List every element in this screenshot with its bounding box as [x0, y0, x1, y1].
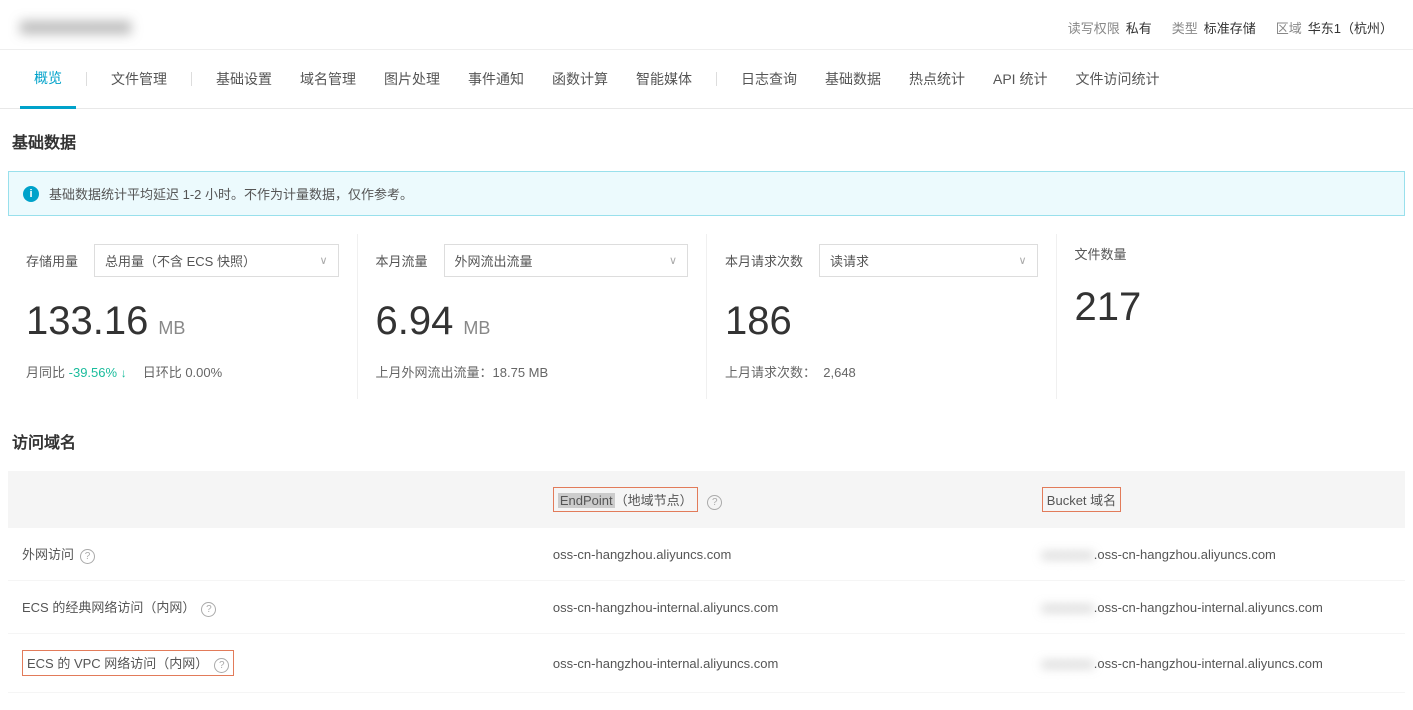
tab-image-proc[interactable]: 图片处理	[370, 51, 454, 107]
tab-fc[interactable]: 函数计算	[538, 51, 622, 107]
meta-type: 类型标准存储	[1172, 18, 1256, 37]
tab-bar: 概览 文件管理 基础设置 域名管理 图片处理 事件通知 函数计算 智能媒体 日志…	[0, 50, 1413, 109]
row-label: ECS 的经典网络访问（内网）?	[8, 581, 539, 634]
alert-message: 基础数据统计平均延迟 1-2 小时。不作为计量数据，仅作参考。	[49, 184, 413, 203]
page-header: xxxxxxxxxx 读写权限私有 类型标准存储 区域华东1（杭州）	[0, 0, 1413, 50]
mom-compare: 月同比 -39.56% ↓	[26, 362, 127, 381]
traffic-type-select[interactable]: 外网流出流量 ∨	[444, 244, 688, 277]
tab-divider	[191, 72, 192, 86]
chevron-down-icon: ∨	[669, 254, 677, 267]
header-meta: 读写权限私有 类型标准存储 区域华东1（杭州）	[1068, 18, 1393, 37]
row-endpoint: oss-cn-hangzhou-internal.aliyuncs.com	[539, 581, 1028, 634]
endpoint-header-highlight: EndPoint（地域节点）	[553, 487, 698, 512]
bucket-name-blurred: xxxxxxxxxx	[20, 16, 131, 39]
th-bucket-domain: Bucket 域名	[1028, 471, 1405, 528]
metric-traffic-label: 本月流量	[376, 251, 428, 270]
tab-overview[interactable]: 概览	[20, 50, 76, 109]
tab-domain[interactable]: 域名管理	[286, 51, 370, 107]
row-endpoint: oss-cn-hangzhou.aliyuncs.com	[539, 528, 1028, 581]
tab-basic-settings[interactable]: 基础设置	[202, 51, 286, 107]
tab-api-stats[interactable]: API 统计	[979, 51, 1061, 107]
select-value: 外网流出流量	[455, 251, 533, 270]
tab-log-query[interactable]: 日志查询	[727, 51, 811, 107]
chevron-down-icon: ∨	[319, 254, 327, 267]
tab-divider	[716, 72, 717, 86]
traffic-sub: 上月外网流出流量：18.75 MB	[376, 362, 689, 381]
domain-table: EndPoint（地域节点） ? Bucket 域名 外网访问? oss-cn-…	[8, 471, 1405, 693]
row-bucket: xxxxxxxx.oss-cn-hangzhou-internal.aliyun…	[1028, 581, 1405, 634]
row-label: ECS 的 VPC 网络访问（内网）?	[8, 634, 539, 693]
table-row: ECS 的经典网络访问（内网）? oss-cn-hangzhou-interna…	[8, 581, 1405, 634]
metric-storage-label: 存储用量	[26, 251, 78, 270]
traffic-unit: MB	[463, 318, 490, 339]
requests-value: 186	[725, 299, 792, 344]
meta-permission: 读写权限私有	[1068, 18, 1152, 37]
metric-files: 文件数量 217	[1057, 234, 1406, 399]
domain-section-title: 访问域名	[8, 429, 1405, 453]
vpc-row-highlight: ECS 的 VPC 网络访问（内网）?	[22, 650, 234, 676]
help-icon[interactable]: ?	[707, 495, 722, 510]
tab-divider	[86, 72, 87, 86]
metric-traffic: 本月流量 外网流出流量 ∨ 6.94 MB 上月外网流出流量：18.75 MB	[358, 234, 708, 399]
select-value: 读请求	[830, 251, 869, 270]
meta-region: 区域华东1（杭州）	[1276, 18, 1393, 37]
help-icon[interactable]: ?	[214, 658, 229, 673]
tab-media[interactable]: 智能媒体	[622, 51, 706, 107]
table-row: 外网访问? oss-cn-hangzhou.aliyuncs.com xxxxx…	[8, 528, 1405, 581]
dod-compare: 日环比 0.00%	[143, 362, 223, 381]
tab-event[interactable]: 事件通知	[454, 51, 538, 107]
basic-data-section: 基础数据 i 基础数据统计平均延迟 1-2 小时。不作为计量数据，仅作参考。 存…	[0, 109, 1413, 693]
storage-unit: MB	[158, 318, 185, 339]
help-icon[interactable]: ?	[201, 602, 216, 617]
info-icon: i	[23, 186, 39, 202]
metric-storage: 存储用量 总用量（不含 ECS 快照） ∨ 133.16 MB 月同比 -39.…	[8, 234, 358, 399]
tab-basic-data[interactable]: 基础数据	[811, 51, 895, 107]
chevron-down-icon: ∨	[1018, 254, 1026, 267]
row-label: 外网访问?	[8, 528, 539, 581]
request-type-select[interactable]: 读请求 ∨	[819, 244, 1037, 277]
storage-value: 133.16	[26, 299, 148, 344]
tab-file-access-stats[interactable]: 文件访问统计	[1061, 51, 1173, 107]
metric-files-label: 文件数量	[1075, 244, 1127, 263]
arrow-down-icon: ↓	[121, 366, 127, 380]
table-row: ECS 的 VPC 网络访问（内网）? oss-cn-hangzhou-inte…	[8, 634, 1405, 693]
row-bucket: xxxxxxxx.oss-cn-hangzhou.aliyuncs.com	[1028, 528, 1405, 581]
requests-sub: 上月请求次数： 2,648	[725, 362, 1038, 381]
metrics-row: 存储用量 总用量（不含 ECS 快照） ∨ 133.16 MB 月同比 -39.…	[8, 234, 1405, 399]
metric-requests-label: 本月请求次数	[725, 251, 803, 270]
metric-requests: 本月请求次数 读请求 ∨ 186 上月请求次数： 2,648	[707, 234, 1057, 399]
storage-usage-select[interactable]: 总用量（不含 ECS 快照） ∨	[94, 244, 338, 277]
tab-hotspot[interactable]: 热点统计	[895, 51, 979, 107]
basic-data-title: 基础数据	[8, 129, 1405, 153]
info-alert: i 基础数据统计平均延迟 1-2 小时。不作为计量数据，仅作参考。	[8, 171, 1405, 216]
bucket-header-highlight: Bucket 域名	[1042, 487, 1121, 512]
files-value: 217	[1075, 285, 1142, 330]
th-access-type	[8, 471, 539, 528]
select-value: 总用量（不含 ECS 快照）	[105, 251, 256, 270]
th-endpoint: EndPoint（地域节点） ?	[539, 471, 1028, 528]
tab-files[interactable]: 文件管理	[97, 51, 181, 107]
row-bucket: xxxxxxxx.oss-cn-hangzhou-internal.aliyun…	[1028, 634, 1405, 693]
row-endpoint: oss-cn-hangzhou-internal.aliyuncs.com	[539, 634, 1028, 693]
help-icon[interactable]: ?	[80, 549, 95, 564]
traffic-value: 6.94	[376, 299, 454, 344]
